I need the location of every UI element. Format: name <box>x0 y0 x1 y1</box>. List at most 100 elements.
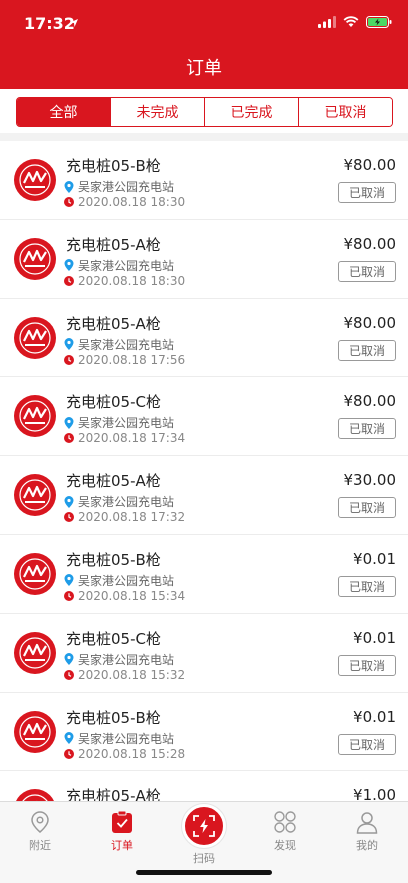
page-title: 订单 <box>186 58 222 79</box>
order-row[interactable]: 充电桩05-A枪 吴家港公园充电站 2020.08.18 17:56 ¥80.0… <box>0 298 408 378</box>
time-line: 2020.08.18 17:34 <box>64 431 185 445</box>
brand-logo-icon <box>14 474 56 517</box>
station-line: 吴家港公园充电站 <box>64 414 174 431</box>
order-time: 2020.08.18 15:32 <box>78 667 186 682</box>
order-status-badge[interactable]: 已取消 <box>338 339 396 361</box>
time-line: 2020.08.18 17:56 <box>64 353 185 367</box>
station-line: 吴家港公园充电站 <box>64 493 174 510</box>
time-line: 2020.08.18 15:28 <box>64 747 185 761</box>
home-indicator <box>136 870 272 875</box>
scan-button[interactable] <box>182 804 226 848</box>
brand-logo-icon <box>14 316 56 359</box>
status-bar: 17:32 <box>0 0 408 44</box>
charger-name: 充电桩05-A枪 <box>66 472 161 491</box>
location-pin-icon <box>31 811 49 833</box>
order-time: 2020.08.18 15:28 <box>78 746 186 761</box>
location-arrow-icon <box>70 19 78 27</box>
location-pin-icon <box>64 338 74 351</box>
order-row[interactable]: 充电桩05-A枪 吴家港公园充电站 2020.08.18 17:32 ¥30.0… <box>0 456 408 535</box>
station-line: 吴家港公园充电站 <box>64 336 174 353</box>
station-name: 吴家港公园充电站 <box>78 495 175 510</box>
order-status-badge[interactable]: 已取消 <box>338 182 396 203</box>
time-line: 2020.08.18 18:30 <box>64 195 185 209</box>
brand-logo-icon <box>14 789 56 801</box>
order-status-badge[interactable]: 已取消 <box>338 654 396 676</box>
time-line: 2020.08.18 17:32 <box>64 510 185 524</box>
tab-cancelled[interactable]: 已取消 <box>298 98 392 126</box>
order-time: 2020.08.18 17:56 <box>78 352 186 367</box>
station-name: 吴家港公园充电站 <box>78 180 175 194</box>
order-price: ¥0.01 <box>353 707 396 726</box>
clock-icon <box>64 354 74 365</box>
charger-name: 充电桩05-C枪 <box>66 393 161 412</box>
scan-label: 扫码 <box>193 852 215 865</box>
order-time: 2020.08.18 18:30 <box>78 273 186 288</box>
order-filter-tabs: 全部 未完成 已完成 已取消 <box>16 97 393 127</box>
clock-icon <box>64 669 74 680</box>
brand-logo-icon <box>14 631 56 674</box>
order-status-badge[interactable]: 已取消 <box>338 575 396 597</box>
brand-logo-icon <box>14 710 56 753</box>
time-line: 2020.08.18 15:34 <box>64 589 185 603</box>
clock-icon <box>64 197 74 207</box>
order-row[interactable]: 充电桩05-A枪 ¥1.00 <box>0 771 408 801</box>
nav-mine-label: 我的 <box>356 839 378 852</box>
station-line: 吴家港公园充电站 <box>64 178 174 195</box>
scan-charge-icon <box>193 815 215 837</box>
nav-nearby-label: 附近 <box>29 839 51 852</box>
order-price: ¥80.00 <box>343 392 397 411</box>
app-header: 17:32 订单 <box>0 0 408 89</box>
nav-orders-label: 订单 <box>111 839 133 852</box>
order-price: ¥1.00 <box>353 786 396 801</box>
charger-name: 充电桩05-A枪 <box>66 787 161 801</box>
station-line: 吴家港公园充电站 <box>64 572 174 589</box>
order-row[interactable]: 充电桩05-C枪 吴家港公园充电站 2020.08.18 17:34 ¥80.0… <box>0 377 408 457</box>
time-line: 2020.08.18 15:32 <box>64 668 185 682</box>
clock-icon <box>64 590 74 601</box>
charger-name: 充电桩05-C枪 <box>66 629 161 648</box>
station-name: 吴家港公园充电站 <box>78 337 175 352</box>
station-name: 吴家港公园充电站 <box>78 731 175 746</box>
order-status-badge[interactable]: 已取消 <box>338 260 396 282</box>
station-name: 吴家港公园充电站 <box>78 416 175 431</box>
tab-finished[interactable]: 已完成 <box>204 98 298 126</box>
clock-icon <box>64 748 74 759</box>
wifi-icon <box>343 16 359 27</box>
order-time: 2020.08.18 17:34 <box>78 431 186 446</box>
order-row[interactable]: 充电桩05-B枪 吴家港公园充电站 2020.08.18 15:28 ¥0.01… <box>0 692 408 772</box>
location-pin-icon <box>64 180 74 193</box>
order-check-icon <box>112 810 132 833</box>
order-price: ¥30.00 <box>343 471 397 490</box>
signal-icon <box>318 16 336 28</box>
nav-discover[interactable]: 发现 <box>255 810 315 858</box>
order-list[interactable]: 充电桩05-B枪 吴家港公园充电站 2020.08.18 18:30 ¥80.0… <box>0 141 408 801</box>
charger-name: 充电桩05-A枪 <box>66 314 161 333</box>
order-row[interactable]: 充电桩05-A枪 吴家港公园充电站 2020.08.18 18:30 ¥80.0… <box>0 219 408 299</box>
brand-logo-icon <box>14 159 56 201</box>
tab-unfinished[interactable]: 未完成 <box>110 98 204 126</box>
charger-name: 充电桩05-B枪 <box>66 157 161 175</box>
nav-orders[interactable]: 订单 <box>92 810 152 858</box>
clock-icon <box>64 512 74 523</box>
order-status-badge[interactable]: 已取消 <box>338 418 396 440</box>
order-time: 2020.08.18 17:32 <box>78 510 186 525</box>
station-line: 吴家港公园充电站 <box>64 730 174 747</box>
order-filter-bar: 全部 未完成 已完成 已取消 <box>0 89 408 133</box>
nav-mine[interactable]: 我的 <box>337 810 397 858</box>
order-row[interactable]: 充电桩05-B枪 吴家港公园充电站 2020.08.18 18:30 ¥80.0… <box>0 141 408 220</box>
order-price: ¥0.01 <box>353 628 396 647</box>
location-pin-icon <box>64 259 74 272</box>
order-status-badge[interactable]: 已取消 <box>338 497 396 519</box>
station-name: 吴家港公园充电站 <box>78 652 175 667</box>
station-line: 吴家港公园充电站 <box>64 651 174 668</box>
location-pin-icon <box>64 495 74 508</box>
order-row[interactable]: 充电桩05-B枪 吴家港公园充电站 2020.08.18 15:34 ¥0.01… <box>0 534 408 614</box>
order-status-badge[interactable]: 已取消 <box>338 733 396 755</box>
nav-nearby[interactable]: 附近 <box>10 810 70 858</box>
charger-name: 充电桩05-B枪 <box>66 708 161 727</box>
order-time: 2020.08.18 18:30 <box>78 195 186 209</box>
location-pin-icon <box>64 416 74 429</box>
order-row[interactable]: 充电桩05-C枪 吴家港公园充电站 2020.08.18 15:32 ¥0.01… <box>0 613 408 693</box>
tab-all[interactable]: 全部 <box>17 98 110 126</box>
station-name: 吴家港公园充电站 <box>78 258 175 273</box>
